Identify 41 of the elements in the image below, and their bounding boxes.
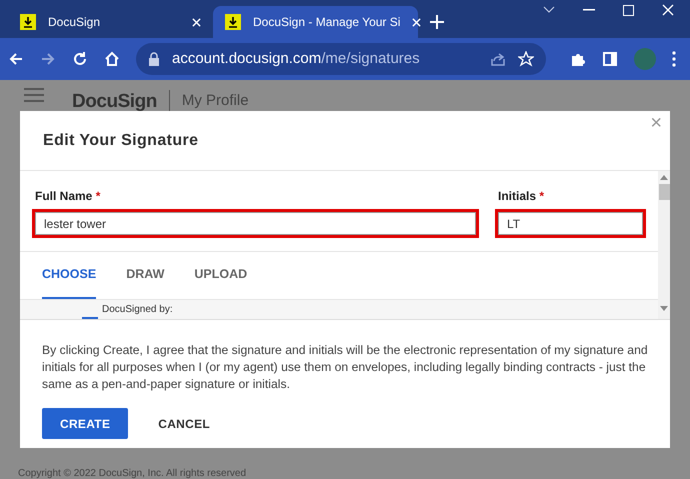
new-tab-icon[interactable]	[430, 15, 444, 29]
close-icon[interactable]	[662, 4, 674, 16]
tab-title: DocuSign - Manage Your Si	[253, 14, 400, 31]
tab[interactable]: UPLOAD	[194, 252, 248, 299]
side-panel-icon[interactable]	[602, 51, 618, 67]
copyright-text: Copyright © 2022 DocuSign, Inc. All rights reserved	[18, 468, 246, 479]
scrollbar-thumb[interactable]	[658, 184, 670, 200]
download-icon	[225, 14, 241, 30]
maximize-icon[interactable]	[623, 4, 634, 16]
signature-preview-text: DocuSigned by:	[102, 304, 173, 314]
close-tab-icon[interactable]	[192, 18, 201, 26]
close-tab-icon[interactable]	[412, 18, 422, 26]
minimize-icon[interactable]	[583, 9, 595, 11]
tab[interactable]: DRAW	[126, 252, 164, 299]
cancel-button[interactable]: CANCEL	[152, 408, 216, 439]
scrollbar[interactable]	[658, 171, 670, 319]
browser-tab[interactable]: DocuSign	[8, 6, 213, 38]
home-icon[interactable]	[104, 51, 120, 67]
share-icon[interactable]	[490, 51, 506, 67]
tab-title: DocuSign	[48, 14, 102, 31]
reload-icon[interactable]	[72, 51, 88, 67]
text-field[interactable]: LT	[495, 209, 646, 238]
address-bar[interactable]: account.docusign.com/me/signatures	[136, 43, 546, 75]
lock-icon	[148, 52, 160, 66]
scroll-down-icon[interactable]	[660, 306, 668, 311]
consent-text: By clicking Create, I agree that the signature and initials will be the electronic representation of my signature and initials for all purposes when I (or my agent) use them on envelopes, including legally binding contracts - just the same as a pen-and-paper signature or initials.	[41, 342, 649, 393]
star-icon[interactable]	[518, 51, 534, 67]
back-icon[interactable]	[8, 51, 24, 67]
dialog-title: Edit Your Signature	[43, 130, 198, 150]
text-field[interactable]: lester tower	[32, 209, 479, 238]
field-label: Initials *	[497, 188, 546, 205]
menu-icon[interactable]	[672, 51, 676, 67]
create-button[interactable]: CREATE	[42, 408, 128, 439]
browser-tab[interactable]: DocuSign - Manage Your Si	[213, 6, 418, 38]
forward-icon[interactable]	[40, 51, 56, 67]
logo-text: DocuSign	[72, 92, 157, 110]
scroll-up-icon[interactable]	[660, 175, 668, 180]
puzzle-icon[interactable]	[570, 51, 586, 67]
dropdown-icon[interactable]	[543, 6, 555, 14]
download-icon	[20, 14, 36, 30]
field-label: Full Name *	[34, 188, 102, 205]
